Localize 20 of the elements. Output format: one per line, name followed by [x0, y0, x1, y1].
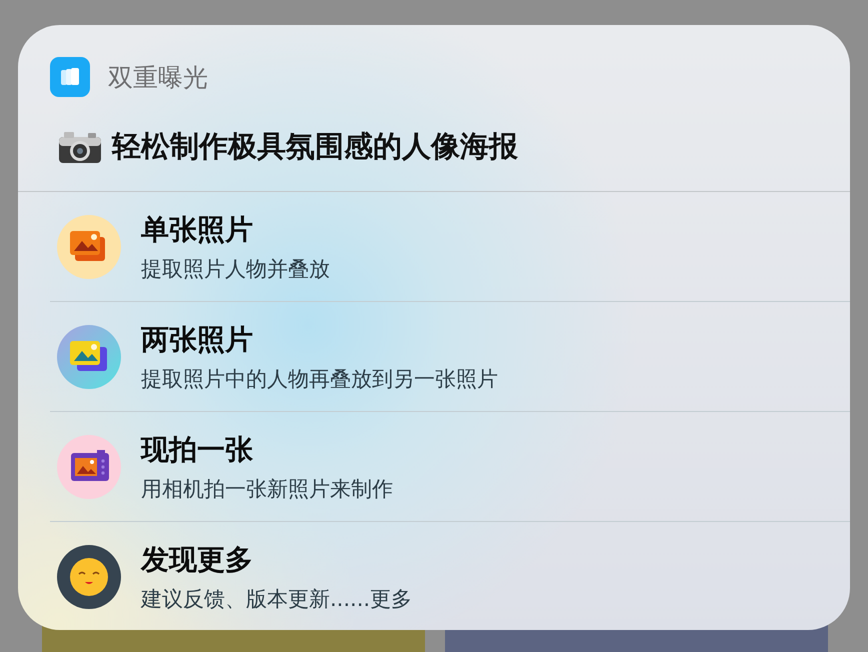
- item-title: 单张照片: [141, 212, 254, 248]
- photo-icon: [57, 214, 121, 278]
- photos-icon: [57, 324, 121, 388]
- item-title: 现拍一张: [141, 432, 254, 468]
- item-title: 发现更多: [141, 542, 254, 578]
- item-subtitle: 建议反馈、版本更新......更多: [141, 586, 412, 612]
- camera-icon: [58, 130, 102, 164]
- headline: 轻松制作极具氛围感的人像海报: [112, 128, 518, 164]
- menu-item[interactable]: 发现更多 建议反馈、版本更新......更多: [18, 522, 850, 630]
- camera-icon: [57, 434, 121, 498]
- item-subtitle: 用相机拍一张新照片来制作: [141, 476, 393, 502]
- app-icon: [50, 57, 90, 97]
- item-subtitle: 提取照片人物并叠放: [141, 256, 330, 282]
- item-title: 两张照片: [141, 322, 254, 358]
- menu-item[interactable]: 两张照片 提取照片中的人物再叠放到另一张照片: [18, 302, 850, 411]
- menu-item[interactable]: 单张照片 提取照片人物并叠放: [18, 192, 850, 301]
- app-title: 双重曝光: [108, 62, 208, 94]
- smiley-icon: [57, 544, 121, 608]
- menu-item[interactable]: 现拍一张 用相机拍一张新照片来制作: [18, 412, 850, 521]
- item-subtitle: 提取照片中的人物再叠放到另一张照片: [141, 366, 498, 392]
